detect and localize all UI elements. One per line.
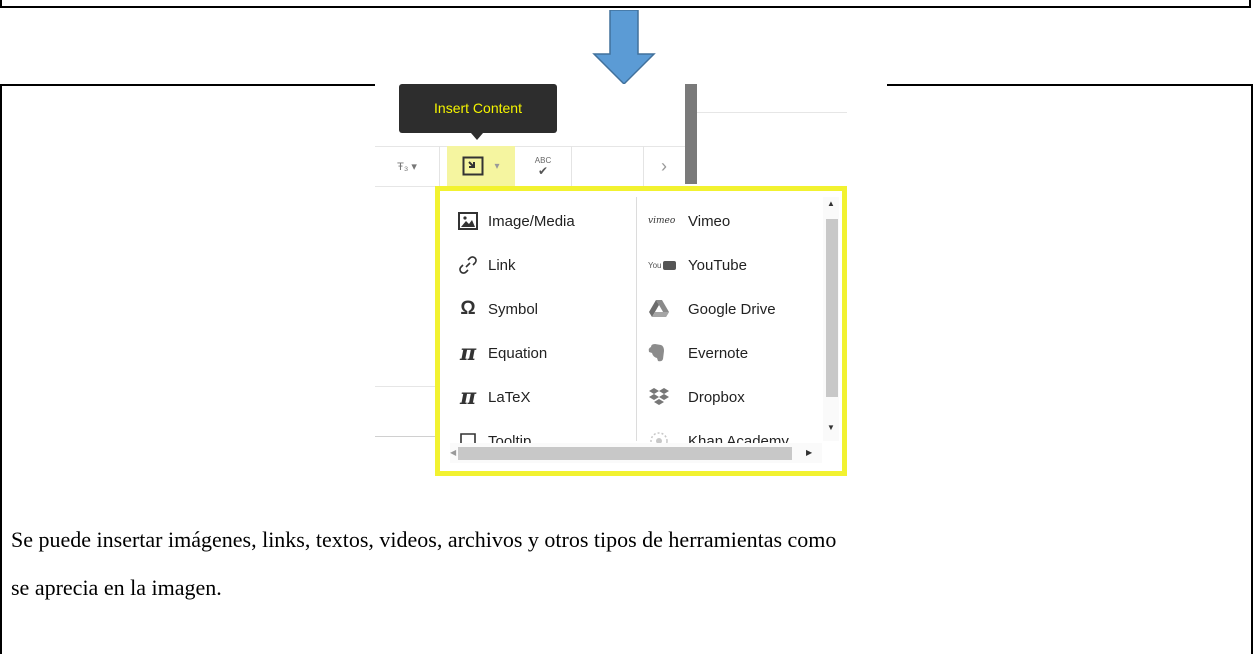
scroll-right-icon[interactable]: ▶ (806, 448, 812, 457)
youtube-icon: You (648, 260, 682, 270)
divider (697, 112, 847, 113)
caption-text: Se puede insertar imágenes, links, texto… (11, 516, 1231, 612)
down-arrow-icon (592, 10, 656, 86)
dropbox-icon (648, 387, 682, 407)
tooltip-label: Insert Content (434, 100, 522, 116)
menu-item-label: Symbol (488, 300, 539, 318)
insert-content-icon (462, 156, 484, 176)
tooltip-pointer (471, 133, 483, 140)
menu-item-label: Image/Media (488, 212, 575, 230)
menu-item-label: Equation (488, 344, 548, 362)
vertical-scroll-thumb[interactable] (826, 219, 838, 397)
menu-item-image-media[interactable]: Image/Media (454, 199, 575, 243)
checkmark-icon: ✔ (537, 164, 549, 178)
menu-item-link[interactable]: Link (454, 243, 575, 287)
menu-item-label: Vimeo (688, 212, 731, 230)
menu-column-right: vimeo Vimeo You YouTube Google Drive Eve… (648, 199, 789, 463)
divider (375, 436, 435, 437)
scroll-up-icon[interactable]: ▲ (827, 199, 835, 208)
menu-item-latex[interactable]: π LaTeX (454, 375, 575, 419)
menu-item-label: LaTeX (488, 388, 531, 406)
vimeo-icon: vimeo (648, 216, 676, 226)
editor-toolbar: Ŧ₃ ▾ ▾ ABC ✔ › (375, 146, 687, 186)
vertical-scrollbar[interactable]: ▲ ▼ (823, 197, 839, 441)
more-tools-button[interactable]: › (643, 146, 685, 186)
menu-item-google-drive[interactable]: Google Drive (648, 287, 789, 331)
caption-line-1: Se puede insertar imágenes, links, texto… (11, 527, 837, 552)
youtube-logo-box (662, 260, 676, 270)
menu-item-label: Google Drive (688, 300, 776, 318)
scroll-down-icon[interactable]: ▼ (827, 423, 835, 432)
menu-item-label: YouTube (688, 256, 747, 274)
spellcheck-button[interactable]: ABC ✔ (515, 146, 571, 186)
chevron-down-icon: ▾ (494, 160, 500, 172)
pi-icon: π (459, 340, 477, 366)
menu-item-youtube[interactable]: You YouTube (648, 243, 789, 287)
caption-line-2: se aprecia en la imagen. (11, 575, 222, 600)
menu-column-left: Image/Media Link Ω Symbol π Equation π L… (454, 199, 575, 463)
subscript-icon: Ŧ₃ ▾ (397, 160, 417, 173)
top-frame (0, 0, 1251, 8)
evernote-icon (648, 343, 682, 363)
chevron-right-icon: › (661, 155, 667, 176)
scroll-left-icon[interactable]: ◀ (450, 448, 456, 457)
horizontal-scrollbar[interactable]: ◀ ▶ (450, 443, 822, 463)
menu-item-label: Dropbox (688, 388, 745, 406)
subscript-button[interactable]: Ŧ₃ ▾ (375, 146, 439, 186)
omega-icon: Ω (460, 298, 476, 319)
toolbar-separator (571, 146, 572, 186)
menu-item-equation[interactable]: π Equation (454, 331, 575, 375)
image-icon (454, 212, 482, 230)
toolbar-separator (439, 146, 440, 186)
menu-item-symbol[interactable]: Ω Symbol (454, 287, 575, 331)
menu-item-evernote[interactable]: Evernote (648, 331, 789, 375)
youtube-logo-text: You (648, 260, 662, 270)
editor-screenshot: Insert Content Ŧ₃ ▾ ▾ ABC ✔ › Image/Medi… (375, 84, 887, 476)
google-drive-icon (648, 299, 682, 319)
menu-item-vimeo[interactable]: vimeo Vimeo (648, 199, 789, 243)
insert-content-button[interactable]: ▾ (447, 146, 515, 186)
insert-content-menu: Image/Media Link Ω Symbol π Equation π L… (435, 186, 847, 476)
link-icon (454, 255, 482, 275)
spellcheck-icon: ABC ✔ (535, 156, 551, 178)
menu-item-dropbox[interactable]: Dropbox (648, 375, 789, 419)
menu-column-divider (636, 197, 637, 441)
menu-item-label: Evernote (688, 344, 749, 362)
horizontal-scroll-thumb[interactable] (458, 447, 792, 460)
insert-content-tooltip: Insert Content (399, 84, 557, 133)
pi-icon: π (459, 384, 477, 410)
menu-item-label: Link (488, 256, 516, 274)
divider (375, 386, 435, 387)
